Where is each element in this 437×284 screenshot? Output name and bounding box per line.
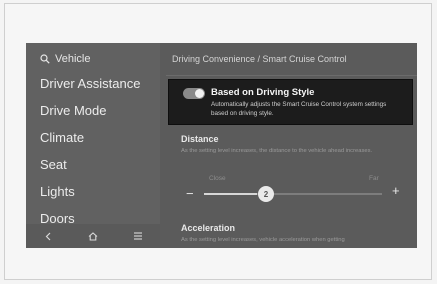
- driving-style-toggle[interactable]: [183, 88, 205, 99]
- header-divider: [166, 75, 417, 76]
- distance-decrease-button[interactable]: −: [186, 187, 194, 200]
- home-button[interactable]: [83, 226, 103, 246]
- sidebar-item-seat[interactable]: Seat: [40, 157, 67, 172]
- home-icon: [88, 231, 98, 241]
- bottom-navigation: [26, 224, 160, 248]
- search-icon: [40, 54, 50, 64]
- distance-description: As the setting level increases, the dist…: [181, 148, 373, 154]
- acceleration-title: Acceleration: [181, 223, 236, 233]
- chevron-left-icon: [45, 232, 51, 240]
- driving-style-description: Automatically adjusts the Smart Cruise C…: [211, 101, 387, 117]
- back-button[interactable]: [38, 226, 58, 246]
- distance-slider-fill: [204, 193, 258, 195]
- toggle-knob: [195, 89, 204, 98]
- distance-max-label: Far: [369, 175, 379, 182]
- distance-slider-track[interactable]: [204, 193, 382, 195]
- vehicle-search[interactable]: Vehicle: [40, 53, 90, 65]
- distance-min-label: Close: [209, 175, 226, 182]
- sidebar-item-lights[interactable]: Lights: [40, 184, 75, 199]
- distance-slider-thumb[interactable]: 2: [258, 186, 274, 202]
- distance-title: Distance: [181, 134, 219, 144]
- sidebar-item-climate[interactable]: Climate: [40, 130, 84, 145]
- sidebar-item-driver-assistance[interactable]: Driver Assistance: [40, 76, 140, 91]
- sidebar: Vehicle Driver Assistance Drive Mode Cli…: [26, 43, 160, 248]
- driving-style-setting[interactable]: Based on Driving Style Automatically adj…: [168, 79, 413, 125]
- menu-icon: [133, 232, 142, 240]
- menu-button[interactable]: [128, 226, 148, 246]
- search-label: Vehicle: [55, 53, 91, 65]
- infotainment-screen: Vehicle Driver Assistance Drive Mode Cli…: [26, 43, 417, 248]
- breadcrumb[interactable]: Driving Convenience / Smart Cruise Contr…: [172, 54, 347, 64]
- distance-increase-button[interactable]: +: [392, 184, 400, 197]
- acceleration-description: As the setting level increases, vehicle …: [181, 237, 345, 243]
- driving-style-label: Based on Driving Style: [211, 87, 315, 98]
- sidebar-item-drive-mode[interactable]: Drive Mode: [40, 103, 106, 118]
